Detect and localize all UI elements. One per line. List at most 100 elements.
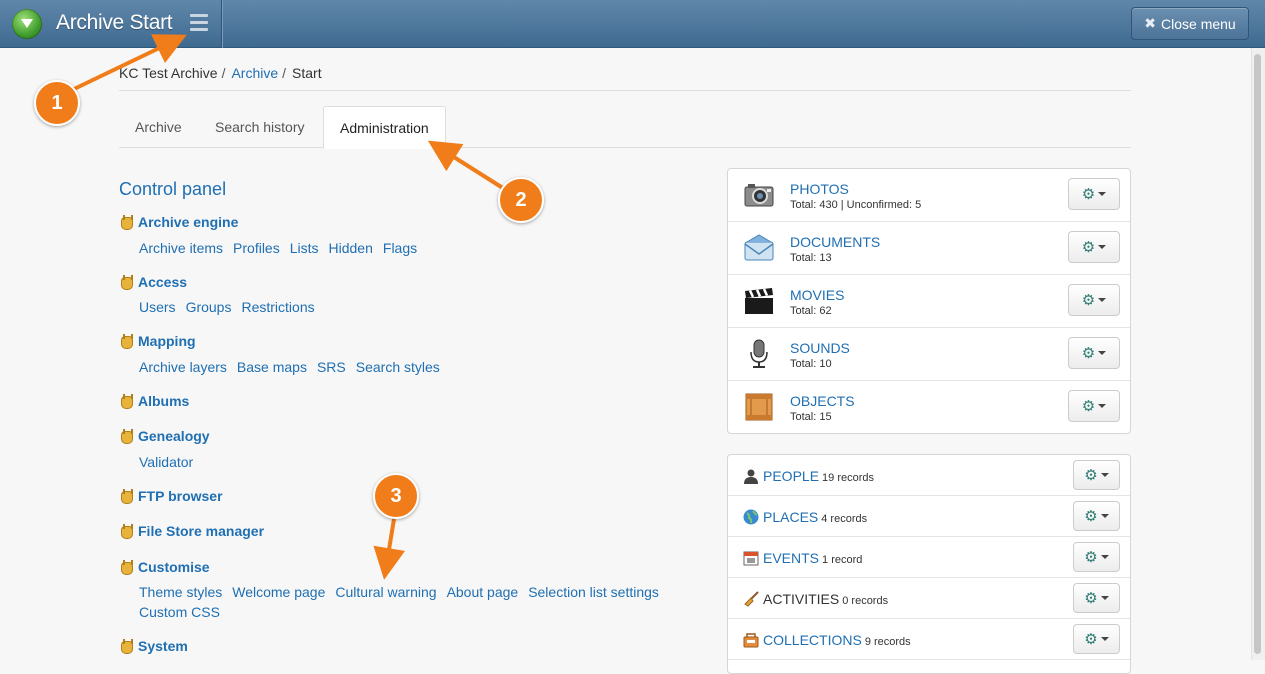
gear-icon: ⚙ [1084, 507, 1098, 525]
link-cultural-warning[interactable]: Cultural warning [335, 584, 436, 600]
link-selection-list-settings[interactable]: Selection list settings [528, 584, 659, 600]
link-archive-items[interactable]: Archive items [139, 240, 223, 256]
record-name-activities: ACTIVITIES [763, 591, 840, 607]
caret-down-icon [1098, 404, 1107, 408]
caret-down-icon [1100, 596, 1109, 600]
media-name-objects[interactable]: OBJECTS [790, 393, 855, 409]
section-title-mapping[interactable]: Mapping [138, 333, 196, 349]
link-validator[interactable]: Validator [139, 454, 193, 470]
customise-links: Theme styles Welcome page Cultural warning… [139, 584, 669, 600]
section-genealogy: Genealogy [120, 428, 210, 444]
record-places: PLACES 4 records [763, 509, 867, 525]
link-users[interactable]: Users [139, 299, 176, 315]
section-title-customise[interactable]: Customise [138, 559, 210, 575]
tab-archive[interactable]: Archive [119, 106, 198, 148]
gear-icon: ⚙ [1084, 630, 1098, 648]
record-name-people[interactable]: PEOPLE [763, 468, 819, 484]
link-lists[interactable]: Lists [290, 240, 319, 256]
record-activities: ACTIVITIES 0 records [763, 591, 888, 607]
record-people: PEOPLE 19 records [763, 468, 874, 484]
activities-actions-button[interactable]: ⚙ [1073, 583, 1120, 613]
link-welcome-page[interactable]: Welcome page [232, 584, 325, 600]
breadcrumb-divider [119, 90, 1131, 91]
top-bar: Archive Start ✖ Close menu [0, 0, 1265, 48]
section-albums: Albums [120, 393, 189, 409]
tab-search-history[interactable]: Search history [199, 106, 320, 148]
mapping-links: Archive layers Base maps SRS Search styles [139, 359, 450, 375]
link-profiles[interactable]: Profiles [233, 240, 280, 256]
callout-1: 1 [34, 80, 80, 126]
people-actions-button[interactable]: ⚙ [1073, 460, 1120, 490]
hand-icon [120, 275, 133, 290]
link-base-maps[interactable]: Base maps [237, 359, 307, 375]
control-panel-title: Control panel [119, 179, 227, 199]
media-name-movies[interactable]: MOVIES [790, 287, 844, 303]
media-name-documents[interactable]: DOCUMENTS [790, 234, 880, 250]
record-name-events[interactable]: EVENTS [763, 550, 819, 566]
section-title-albums[interactable]: Albums [138, 393, 189, 409]
envelope-icon [744, 234, 774, 261]
section-title-ftp-browser[interactable]: FTP browser [138, 488, 223, 504]
media-row-movies: MOVIES Total: 62 ⚙ [728, 275, 1130, 328]
collections-actions-button[interactable]: ⚙ [1073, 624, 1120, 654]
events-actions-button[interactable]: ⚙ [1073, 542, 1120, 572]
crate-icon [745, 393, 773, 421]
close-menu-label: Close menu [1161, 15, 1236, 32]
objects-actions-button[interactable]: ⚙ [1068, 390, 1120, 422]
section-title-access[interactable]: Access [138, 274, 187, 290]
camera-icon [744, 184, 774, 207]
media-name-sounds[interactable]: SOUNDS [790, 340, 850, 356]
sounds-actions-button[interactable]: ⚙ [1068, 337, 1120, 369]
link-custom-css[interactable]: Custom CSS [139, 604, 220, 620]
link-srs[interactable]: SRS [317, 359, 346, 375]
movies-actions-button[interactable]: ⚙ [1068, 284, 1120, 316]
record-name-places[interactable]: PLACES [763, 509, 818, 525]
link-hidden[interactable]: Hidden [329, 240, 373, 256]
archive-logo-icon[interactable] [12, 9, 42, 39]
breadcrumb-separator: / [282, 65, 287, 81]
breadcrumb-link-archive[interactable]: Archive [231, 65, 278, 81]
section-mapping: Mapping [120, 333, 196, 349]
section-title-file-store-manager[interactable]: File Store manager [138, 523, 264, 539]
caret-down-icon [1098, 298, 1107, 302]
callout-2: 2 [498, 177, 544, 223]
record-name-collections[interactable]: COLLECTIONS [763, 632, 862, 648]
gear-icon: ⚙ [1081, 344, 1096, 362]
hamburger-menu-icon[interactable] [190, 14, 208, 32]
documents-actions-button[interactable]: ⚙ [1068, 231, 1120, 263]
link-groups[interactable]: Groups [186, 299, 232, 315]
app-title[interactable]: Archive Start [56, 11, 173, 35]
gear-icon: ⚙ [1081, 397, 1096, 415]
gear-icon: ⚙ [1084, 589, 1098, 607]
tab-administration[interactable]: Administration [323, 106, 446, 149]
media-name-photos[interactable]: PHOTOS [790, 181, 849, 197]
photos-actions-button[interactable]: ⚙ [1068, 178, 1120, 210]
record-row-places: PLACES 4 records ⚙ [728, 496, 1130, 537]
records-panel: PEOPLE 19 records ⚙ PLACES 4 records ⚙ EVE… [727, 454, 1131, 674]
globe-icon [743, 509, 759, 525]
section-title-archive-engine[interactable]: Archive engine [138, 214, 238, 230]
scrollbar-thumb[interactable] [1254, 54, 1261, 654]
section-ftp-browser: FTP browser [120, 488, 223, 504]
breadcrumb: KC Test Archive / Archive / Start [119, 65, 322, 81]
record-row-activities: ACTIVITIES 0 records ⚙ [728, 578, 1130, 619]
gear-icon: ⚙ [1081, 291, 1096, 309]
link-search-styles[interactable]: Search styles [356, 359, 440, 375]
media-total-objects: Total: 15 [790, 411, 832, 423]
tab-bar: Archive Search history Administration [119, 106, 1131, 149]
link-archive-layers[interactable]: Archive layers [139, 359, 227, 375]
media-total-movies: Total: 62 [790, 305, 832, 317]
calendar-icon [743, 551, 759, 566]
record-count-people: 19 records [822, 472, 875, 484]
close-menu-button[interactable]: ✖ Close menu [1131, 7, 1249, 40]
link-flags[interactable]: Flags [383, 240, 417, 256]
section-title-system[interactable]: System [138, 638, 188, 654]
section-title-genealogy[interactable]: Genealogy [138, 428, 210, 444]
broom-icon [744, 591, 759, 607]
media-panel: PHOTOS Total: 430 | Unconfirmed: 5 ⚙ DOC… [727, 168, 1131, 434]
link-theme-styles[interactable]: Theme styles [139, 584, 222, 600]
link-about-page[interactable]: About page [447, 584, 519, 600]
link-restrictions[interactable]: Restrictions [241, 299, 314, 315]
arrow-2 [427, 140, 508, 192]
places-actions-button[interactable]: ⚙ [1073, 501, 1120, 531]
